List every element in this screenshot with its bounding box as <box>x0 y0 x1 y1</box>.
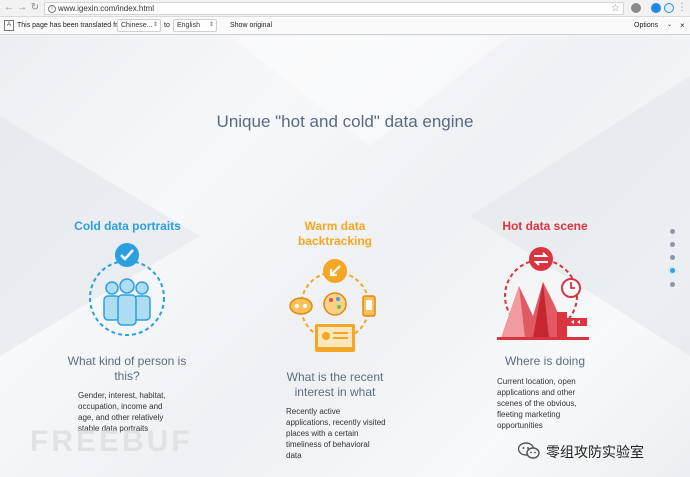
warm-data-subtitle: What is the recent interest in what <box>286 370 384 399</box>
pagination-dot-active[interactable] <box>668 266 677 275</box>
to-label: to <box>164 22 170 29</box>
translate-bar: A This page has been translated from Chi… <box>0 17 690 35</box>
wechat-account-name: 零组攻防实验室 <box>546 444 644 460</box>
page-content: Unique "hot and cold" data engine Cold d… <box>0 36 690 477</box>
cold-data-title: Cold data portraits <box>74 219 181 233</box>
info-icon[interactable]: i <box>48 5 56 13</box>
options-chevron-icon[interactable]: ⌄ <box>667 19 672 32</box>
wechat-watermark: 零组攻防实验室 <box>518 441 678 463</box>
extension-icon[interactable] <box>631 3 641 13</box>
select-arrows-icon: ⇕ <box>152 22 158 28</box>
wechat-icon <box>518 442 540 459</box>
warm-data-description: Recently active applications, recently v… <box>286 407 386 460</box>
to-language-value: English <box>177 22 200 29</box>
extension-blue-icon[interactable] <box>651 3 661 13</box>
to-language-select[interactable]: English ⇕ <box>173 19 217 32</box>
cold-data-subtitle: What kind of person is this? <box>67 354 187 383</box>
pagination-dot[interactable] <box>670 229 675 234</box>
pagination-dot[interactable] <box>670 242 675 247</box>
menu-kebab-icon[interactable]: ⋮ <box>676 2 688 14</box>
hot-data-subtitle: Where is doing <box>504 354 586 368</box>
people-group-icon <box>89 243 165 336</box>
pagination-dot[interactable] <box>670 255 675 260</box>
extension-round-icon[interactable] <box>664 3 674 13</box>
address-bar[interactable]: i www.igexin.com/index.html ☆ <box>44 2 624 15</box>
show-original-button[interactable]: Show original <box>230 19 272 32</box>
hot-data-description: Current location, open applications and … <box>497 377 577 430</box>
close-icon[interactable]: × <box>680 19 685 32</box>
apps-collage-icon <box>289 259 376 352</box>
bookmark-star-icon[interactable]: ☆ <box>611 3 620 14</box>
translate-icon: A <box>4 20 14 31</box>
forward-arrow-icon[interactable]: → <box>16 2 28 14</box>
hot-data-title: Hot data scene <box>502 219 588 233</box>
reload-icon[interactable]: ↻ <box>29 2 41 14</box>
url-text: www.igexin.com/index.html <box>58 4 155 13</box>
freebuf-watermark: FREEBUF <box>30 425 193 458</box>
warm-data-title: Warm data backtracking <box>297 219 373 248</box>
browser-toolbar: ← → ↻ i www.igexin.com/index.html ☆ ⋮ <box>0 0 690 17</box>
pagination-dot[interactable] <box>670 282 675 287</box>
back-arrow-icon[interactable]: ← <box>3 2 15 14</box>
from-language-value: Chinese... <box>121 22 153 29</box>
from-language-select[interactable]: Chinese... ⇕ <box>117 19 161 32</box>
translate-message: This page has been translated from <box>17 22 128 29</box>
section-title: Unique "hot and cold" data engine <box>216 112 474 131</box>
select-arrows-icon: ⇕ <box>208 22 214 28</box>
city-scene-icon <box>497 247 589 340</box>
options-button[interactable]: Options <box>634 19 658 32</box>
